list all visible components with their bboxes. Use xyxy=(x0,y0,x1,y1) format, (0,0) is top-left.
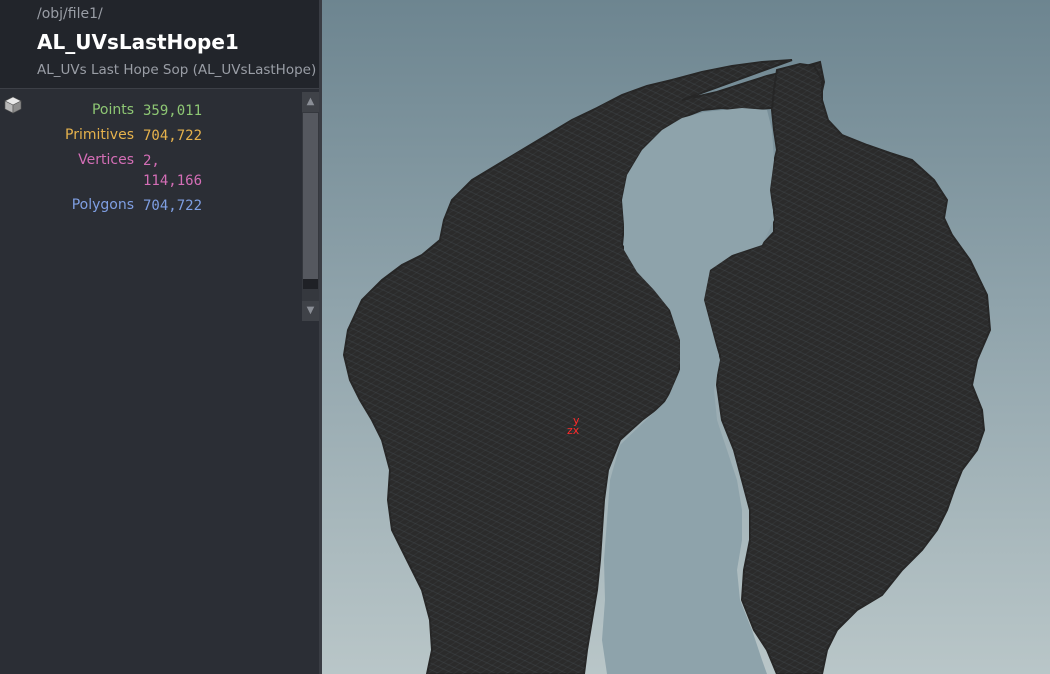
node-info-header: /obj/file1/ AL_UVsLastHope1 AL_UVs Last … xyxy=(0,0,321,89)
axis-zx-label: zx xyxy=(567,424,580,437)
scrollbar-thumb[interactable] xyxy=(303,113,318,279)
info-scrollbar[interactable]: ▲ ▼ xyxy=(302,92,319,321)
points-value: 359,011 xyxy=(143,103,203,119)
node-name: AL_UVsLastHope1 xyxy=(37,30,239,54)
node-type: AL_UVs Last Hope Sop (AL_UVsLastHope) xyxy=(37,62,317,78)
primitives-value: 704,722 xyxy=(143,128,203,144)
scroll-down-arrow-icon[interactable]: ▼ xyxy=(302,301,319,321)
primitives-label: Primitives xyxy=(65,127,134,143)
scene-viewport[interactable]: y zx xyxy=(322,0,1050,674)
wireframe-mesh xyxy=(342,59,992,674)
vertices-value-line1: 2, xyxy=(143,153,160,169)
vertices-label: Vertices xyxy=(78,152,134,168)
scrollbar-track xyxy=(303,279,318,289)
polygons-label: Polygons xyxy=(71,197,134,213)
houdini-window: /obj/file1/ AL_UVsLastHope1 AL_UVs Last … xyxy=(0,0,1050,674)
vertices-value-line2: 114,166 xyxy=(143,173,203,189)
points-label: Points xyxy=(91,102,134,118)
polygons-value: 704,722 xyxy=(143,198,203,214)
scroll-up-arrow-icon[interactable]: ▲ xyxy=(302,92,319,112)
geometry-info-panel: /obj/file1/ AL_UVsLastHope1 AL_UVs Last … xyxy=(0,0,321,674)
node-path: /obj/file1/ xyxy=(37,6,103,22)
